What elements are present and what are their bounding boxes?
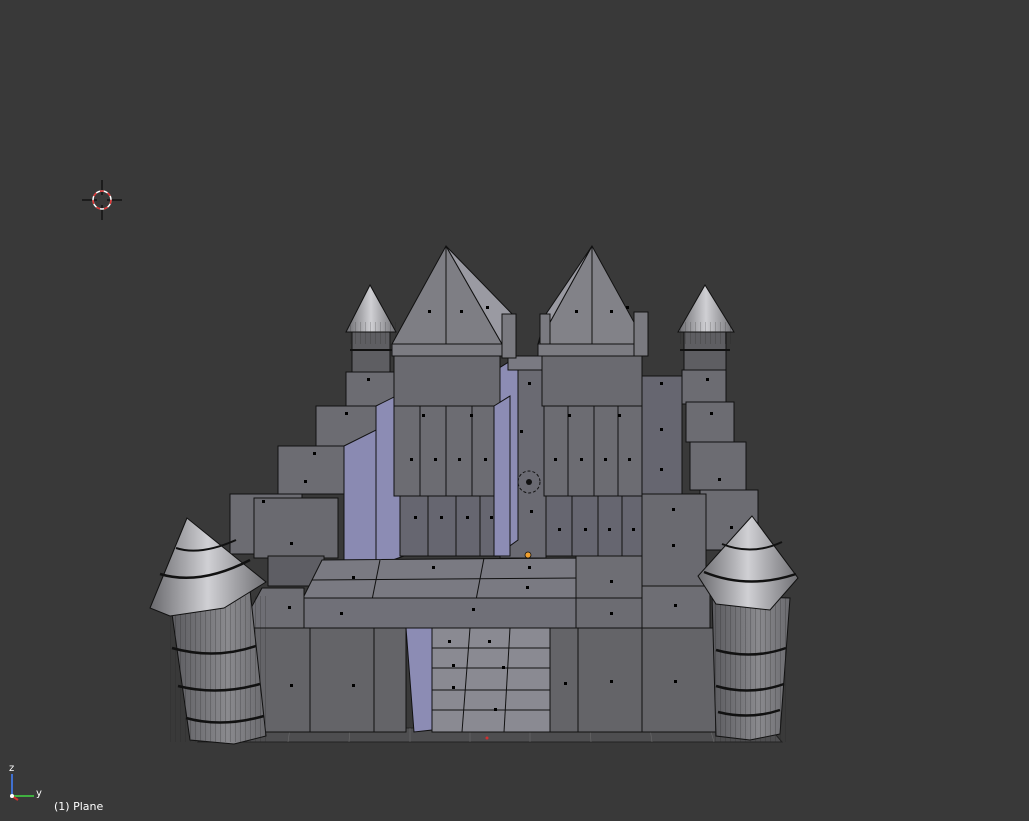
axis-y-label: y: [36, 788, 42, 799]
keep-tower-right[interactable]: [537, 244, 649, 557]
left-wall-blocks[interactable]: [229, 371, 405, 587]
axis-gizmo: z y: [9, 763, 42, 801]
active-object-label: (1) Plane: [54, 800, 104, 813]
axis-z-label: z: [9, 763, 14, 774]
3d-cursor-icon[interactable]: [82, 180, 122, 220]
keep-tower-left[interactable]: [391, 244, 517, 557]
front-wall-face[interactable]: [239, 627, 721, 733]
3d-viewport[interactable]: z y (1) Plane: [0, 0, 1029, 821]
castle-scene[interactable]: z y: [0, 0, 1029, 821]
